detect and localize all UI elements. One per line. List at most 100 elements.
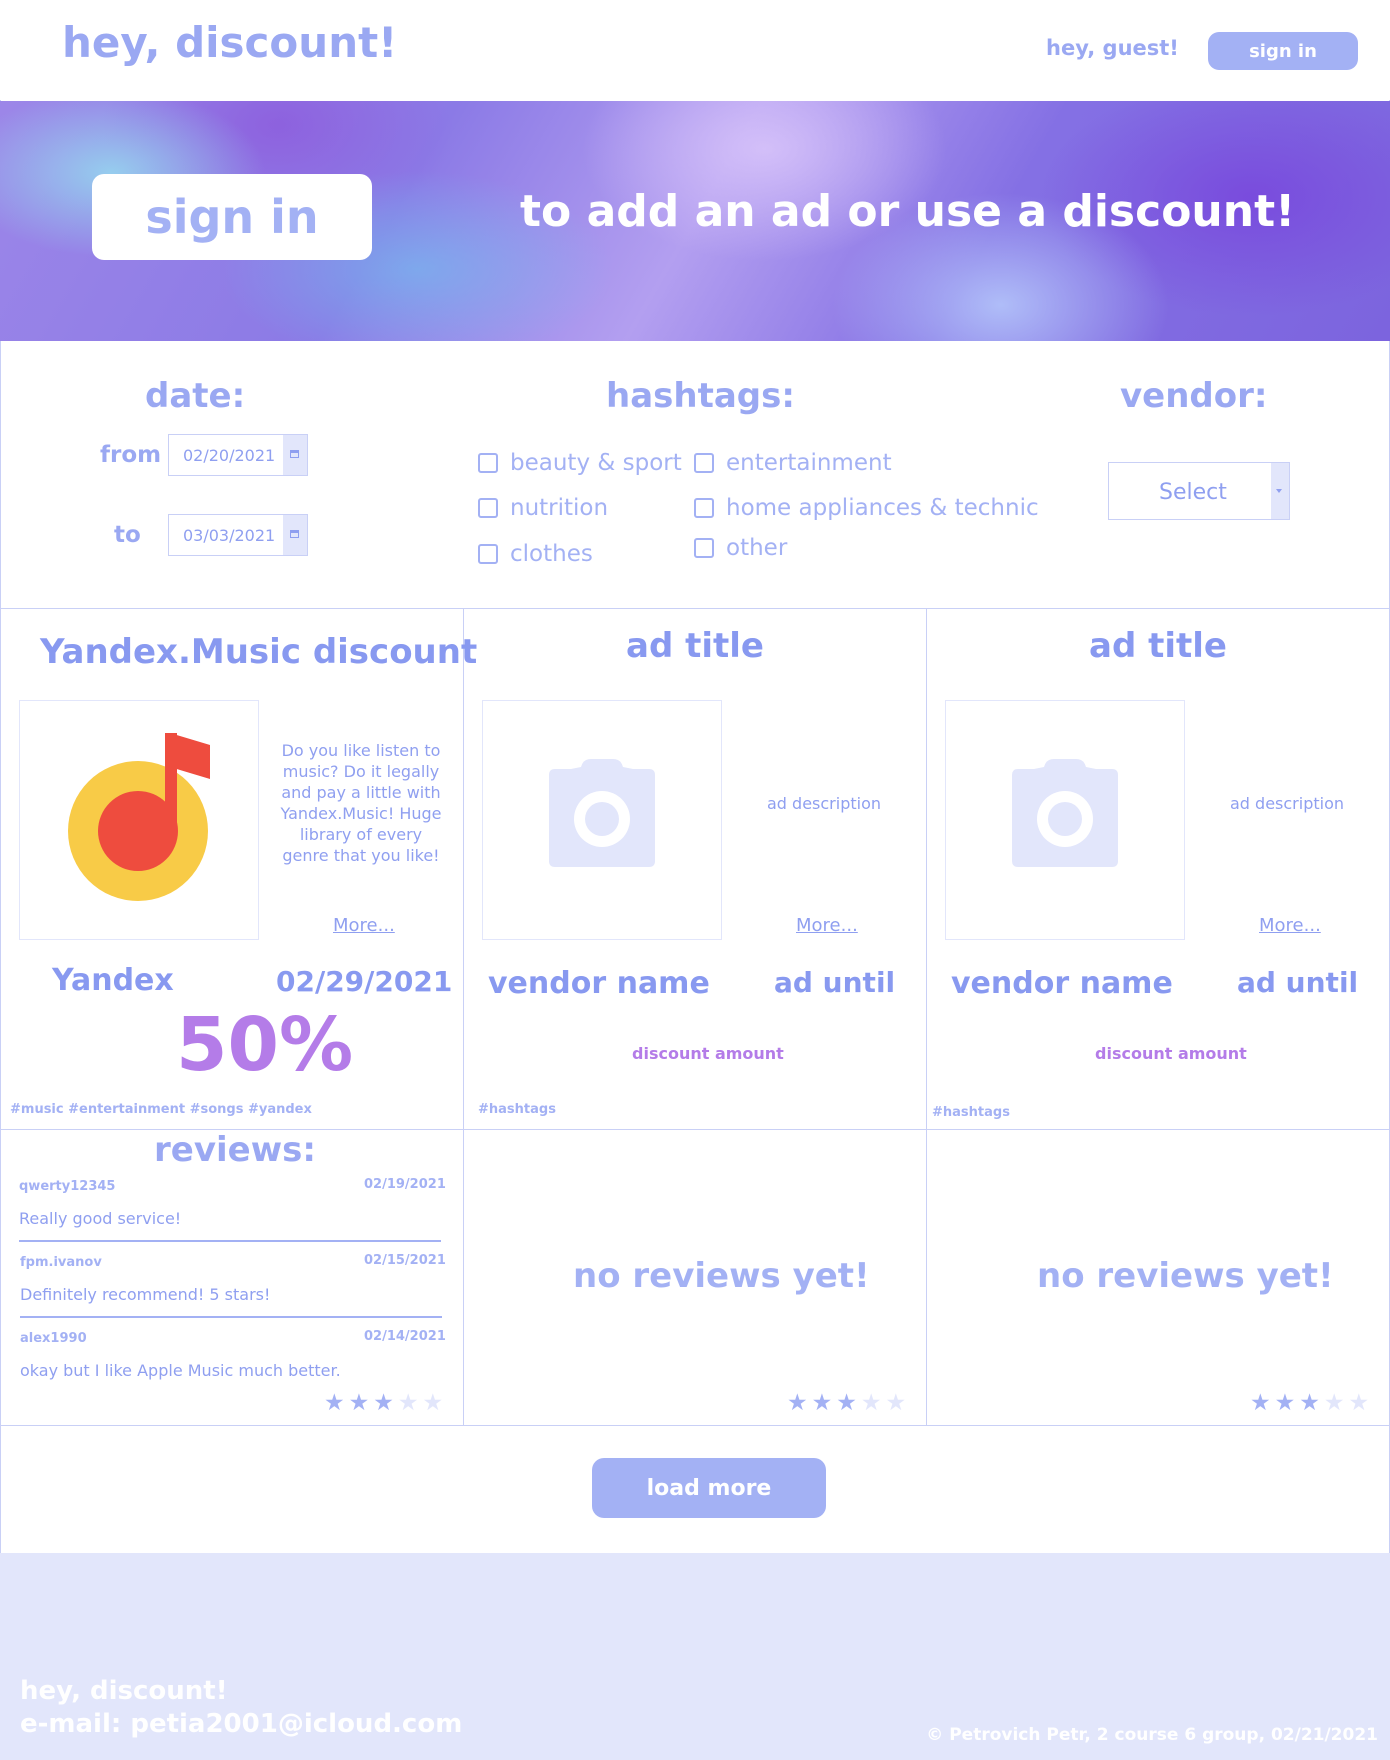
hashtag-checkbox-beauty-sport[interactable]: beauty & sport xyxy=(478,450,682,476)
hashtag-option-label: other xyxy=(726,535,788,561)
camera-icon xyxy=(1012,759,1118,867)
hashtag-option-label: entertainment xyxy=(726,450,892,476)
vendor-name: Yandex xyxy=(52,963,174,998)
vendor-name: vendor name xyxy=(951,966,1173,1001)
star-icon[interactable]: ★ xyxy=(1324,1392,1345,1415)
checkbox[interactable] xyxy=(694,498,714,518)
star-icon[interactable]: ★ xyxy=(398,1392,419,1415)
hashtag-checkbox-nutrition[interactable]: nutrition xyxy=(478,495,608,521)
review-date: 02/14/2021 xyxy=(364,1329,446,1344)
review-author: alex1990 xyxy=(20,1331,87,1346)
star-icon[interactable]: ★ xyxy=(812,1392,833,1415)
calendar-icon[interactable] xyxy=(283,515,307,555)
hashtag-option-label: clothes xyxy=(510,541,593,567)
star-icon[interactable]: ★ xyxy=(861,1392,882,1415)
header: hey, discount! hey, guest! sign in xyxy=(0,0,1390,100)
banner-sign-in-button[interactable]: sign in xyxy=(92,174,372,260)
review-author: fpm.ivanov xyxy=(20,1255,102,1270)
ad-hashtags: #music #entertainment #songs #yandex xyxy=(10,1102,312,1117)
review-date: 02/15/2021 xyxy=(364,1253,446,1268)
reviews-title: reviews: xyxy=(154,1130,316,1170)
vendor-name: vendor name xyxy=(488,966,710,1001)
date-to-value: 03/03/2021 xyxy=(183,526,276,545)
checkbox[interactable] xyxy=(694,453,714,473)
grid-divider xyxy=(926,608,927,1426)
star-icon[interactable]: ★ xyxy=(1250,1392,1271,1415)
review-date: 02/19/2021 xyxy=(364,1177,446,1192)
ad-title[interactable]: ad title xyxy=(927,626,1389,666)
hashtags-filter-label: hashtags: xyxy=(606,376,795,416)
ad-title[interactable]: ad title xyxy=(464,626,926,666)
hashtag-option-label: home appliances & technic xyxy=(726,495,1039,521)
hashtag-option-label: nutrition xyxy=(510,495,609,521)
vendor-select[interactable]: Select xyxy=(1108,462,1290,520)
review-text: okay but I like Apple Music much better. xyxy=(20,1361,341,1380)
ad-description: Do you like listen to music? Do it legal… xyxy=(280,741,442,865)
yandex-music-logo xyxy=(68,733,210,901)
hashtag-checkbox-clothes[interactable]: clothes xyxy=(478,541,593,567)
grid-divider xyxy=(0,1425,1390,1426)
more-link[interactable]: More... xyxy=(1259,915,1321,936)
date-to-label: to xyxy=(114,522,141,548)
review-divider xyxy=(20,1316,442,1318)
discount-amount: discount amount xyxy=(632,1044,784,1063)
ad-hashtags: #hashtags xyxy=(932,1105,1010,1120)
star-rating[interactable]: ★ ★ ★ ★ ★ xyxy=(324,1392,443,1415)
review-text: Definitely recommend! 5 stars! xyxy=(20,1285,271,1304)
star-icon[interactable]: ★ xyxy=(324,1392,345,1415)
footer-title: hey, discount! xyxy=(20,1676,228,1706)
star-rating[interactable]: ★ ★ ★ ★ ★ xyxy=(1250,1392,1369,1415)
star-icon[interactable]: ★ xyxy=(423,1392,444,1415)
grid-divider xyxy=(463,608,464,1426)
load-more-button[interactable]: load more xyxy=(592,1458,826,1518)
no-reviews-text: no reviews yet! xyxy=(573,1256,870,1296)
no-reviews-text: no reviews yet! xyxy=(1037,1256,1334,1296)
more-link[interactable]: More... xyxy=(796,915,858,936)
checkbox[interactable] xyxy=(478,453,498,473)
ad-until-date: ad until xyxy=(1237,966,1359,999)
ad-image[interactable] xyxy=(945,700,1185,940)
star-icon[interactable]: ★ xyxy=(1349,1392,1370,1415)
ad-until-date: 02/29/2021 xyxy=(276,965,453,998)
banner-text: to add an ad or use a discount! xyxy=(520,186,1296,237)
hashtag-checkbox-entertainment[interactable]: entertainment xyxy=(694,450,892,476)
discount-amount: 50% xyxy=(176,1002,354,1088)
review-text: Really good service! xyxy=(19,1209,182,1228)
ad-title[interactable]: Yandex.Music discount xyxy=(40,632,477,672)
grid-divider xyxy=(0,608,1390,609)
chevron-down-icon[interactable] xyxy=(1271,463,1289,519)
camera-icon xyxy=(549,759,655,867)
star-icon[interactable]: ★ xyxy=(1275,1392,1296,1415)
review-author: qwerty12345 xyxy=(19,1179,116,1194)
checkbox[interactable] xyxy=(478,498,498,518)
ad-image[interactable] xyxy=(19,700,259,940)
vendor-filter-label: vendor: xyxy=(1120,376,1268,416)
discount-amount: discount amount xyxy=(1095,1044,1247,1063)
ad-image[interactable] xyxy=(482,700,722,940)
star-icon[interactable]: ★ xyxy=(886,1392,907,1415)
ad-description: ad description xyxy=(766,794,881,813)
more-link[interactable]: More... xyxy=(333,915,395,936)
star-rating[interactable]: ★ ★ ★ ★ ★ xyxy=(787,1392,906,1415)
vendor-select-value: Select xyxy=(1159,480,1227,505)
header-sign-in-button[interactable]: sign in xyxy=(1208,32,1358,70)
date-from-input[interactable]: 02/20/2021 xyxy=(168,434,308,476)
star-icon[interactable]: ★ xyxy=(836,1392,857,1415)
hashtag-option-label: beauty & sport xyxy=(510,450,682,476)
checkbox[interactable] xyxy=(478,544,498,564)
star-icon[interactable]: ★ xyxy=(349,1392,370,1415)
ad-description: ad description xyxy=(1229,794,1344,813)
date-from-label: from xyxy=(100,442,162,468)
hashtag-checkbox-home-appliances[interactable]: home appliances & technic xyxy=(694,495,1039,521)
footer-email[interactable]: e-mail: petia2001@icloud.com xyxy=(20,1709,462,1739)
star-icon[interactable]: ★ xyxy=(373,1392,394,1415)
user-greeting: hey, guest! xyxy=(1046,36,1179,60)
checkbox[interactable] xyxy=(694,538,714,558)
calendar-icon[interactable] xyxy=(283,435,307,475)
date-to-input[interactable]: 03/03/2021 xyxy=(168,514,308,556)
hashtag-checkbox-other[interactable]: other xyxy=(694,535,787,561)
star-icon[interactable]: ★ xyxy=(787,1392,808,1415)
star-icon[interactable]: ★ xyxy=(1299,1392,1320,1415)
review-divider xyxy=(19,1240,441,1242)
site-logo[interactable]: hey, discount! xyxy=(62,18,397,67)
